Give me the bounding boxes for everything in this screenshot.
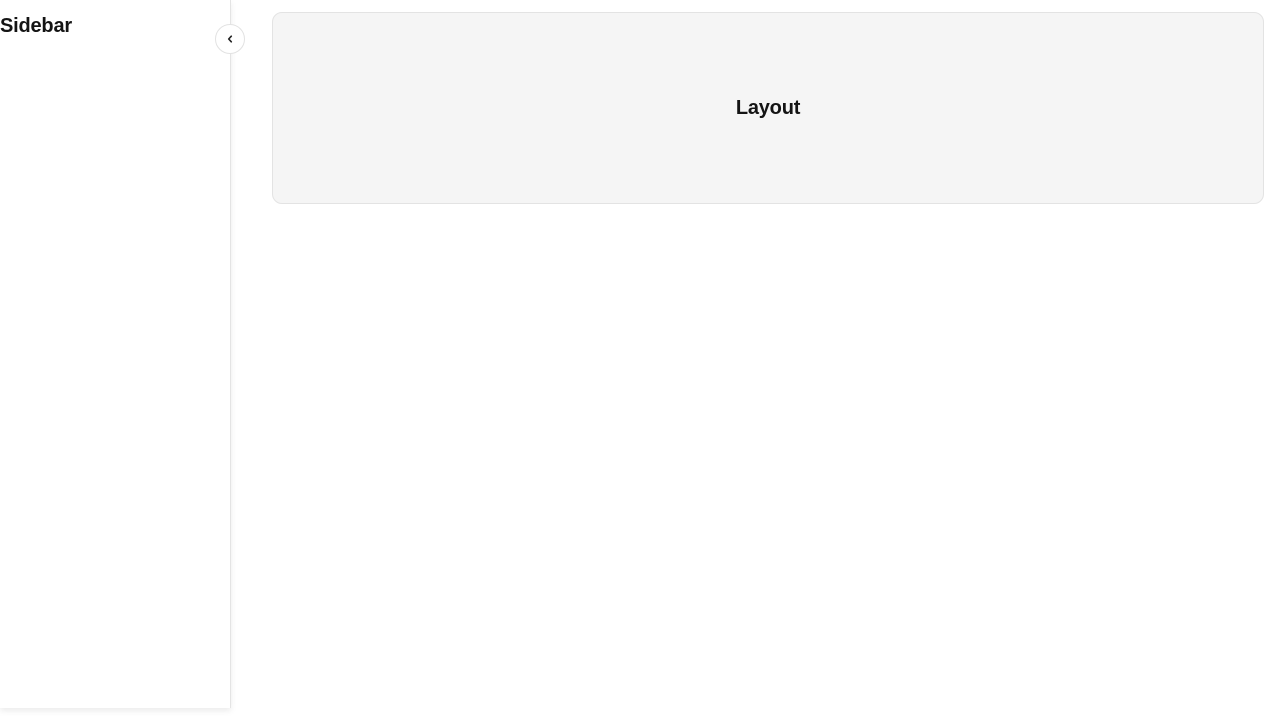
sidebar-title: Sidebar	[0, 15, 72, 37]
chevron-left-icon	[225, 34, 235, 44]
sidebar: Sidebar	[0, 0, 231, 708]
app-root: Sidebar Layout	[0, 0, 1280, 720]
layout-card: Layout	[272, 12, 1264, 204]
sidebar-collapse-button[interactable]	[215, 24, 245, 54]
layout-title: Layout	[735, 97, 801, 119]
